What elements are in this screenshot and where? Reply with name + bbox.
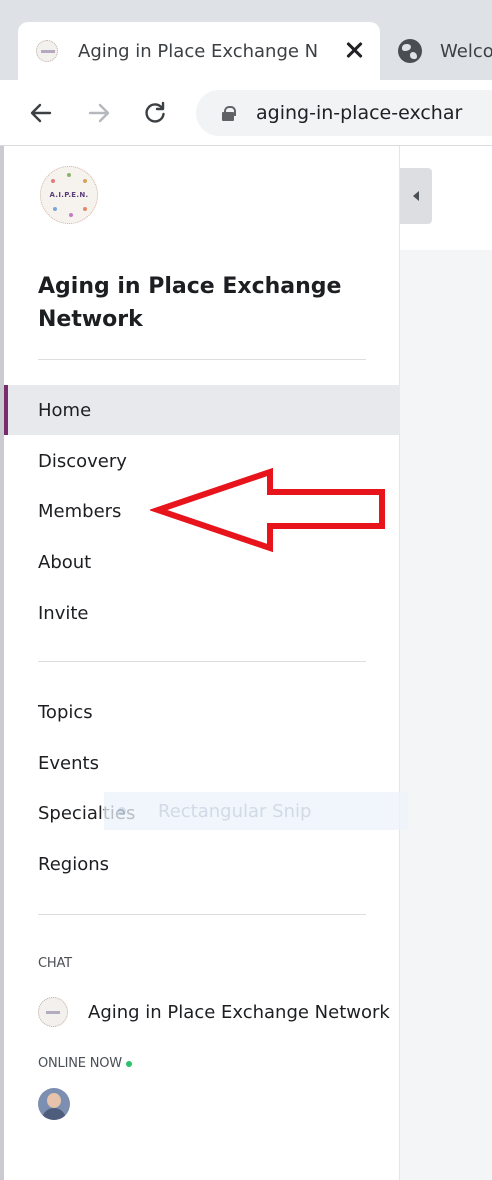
- divider: [38, 661, 366, 662]
- close-tab-icon[interactable]: [344, 40, 364, 60]
- network-title[interactable]: Aging in Place Exchange Network: [38, 270, 368, 336]
- chat-item-name: Aging in Place Exchange Network: [88, 1001, 390, 1023]
- logo-text: A.I.P.E.N.: [49, 191, 89, 199]
- sidebar-item-topics[interactable]: Topics: [4, 687, 400, 737]
- annotation-arrow-icon: [150, 468, 385, 552]
- tab-inactive-title: Welco: [440, 40, 492, 62]
- url-text: aging-in-place-exchar: [256, 102, 463, 124]
- sidebar: A.I.P.E.N. Aging in Place Exchange Netwo…: [4, 146, 400, 1180]
- collapse-sidebar-button[interactable]: [400, 168, 432, 224]
- online-now-label: ONLINE NOW: [38, 1056, 132, 1071]
- globe-icon: [398, 39, 422, 63]
- online-status-icon: [125, 1060, 132, 1067]
- chat-group-avatar: [38, 997, 68, 1027]
- chat-section-label: CHAT: [38, 956, 72, 971]
- browser-chrome: Aging in Place Exchange N Welco aging-in…: [0, 0, 492, 146]
- forward-arrow-icon[interactable]: [84, 98, 114, 128]
- tab-active[interactable]: Aging in Place Exchange N: [18, 22, 380, 80]
- lock-icon: [222, 106, 236, 121]
- reload-icon[interactable]: [140, 98, 170, 128]
- tab-inactive[interactable]: Welco: [398, 22, 492, 80]
- snip-overlay-text: Rectangular Snip: [158, 800, 312, 822]
- sidebar-item-regions[interactable]: Regions: [4, 839, 400, 889]
- tab-strip: Aging in Place Exchange N Welco: [0, 0, 492, 80]
- tab-title: Aging in Place Exchange N: [78, 40, 319, 62]
- sidebar-item-invite[interactable]: Invite: [4, 588, 400, 638]
- divider: [38, 914, 366, 915]
- network-logo[interactable]: A.I.P.E.N.: [40, 166, 98, 224]
- back-arrow-icon[interactable]: [26, 98, 56, 128]
- sidebar-item-home[interactable]: Home: [4, 385, 400, 435]
- browser-toolbar: aging-in-place-exchar: [0, 80, 492, 146]
- address-bar[interactable]: aging-in-place-exchar: [196, 90, 492, 136]
- site-favicon-icon: [36, 40, 58, 62]
- snip-tool-overlay: Rectangular Snip: [104, 792, 408, 830]
- divider: [38, 359, 366, 360]
- sidebar-item-events[interactable]: Events: [4, 738, 400, 788]
- chevron-left-icon: [413, 191, 419, 201]
- chat-item[interactable]: Aging in Place Exchange Network: [38, 994, 400, 1030]
- snip-icon: [118, 807, 126, 815]
- online-user-avatar[interactable]: [38, 1088, 70, 1120]
